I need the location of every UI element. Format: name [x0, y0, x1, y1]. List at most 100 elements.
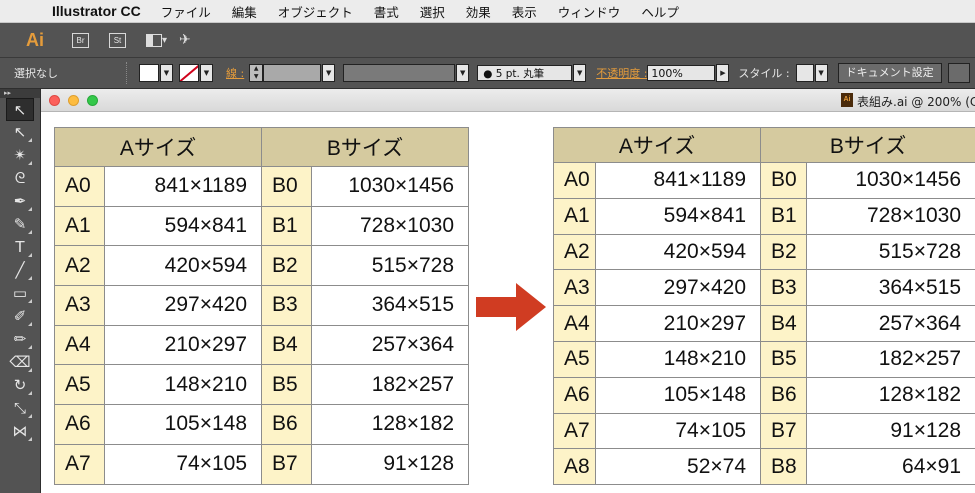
b-code-cell: B7 [760, 412, 808, 450]
b-code-cell: B7 [261, 443, 313, 485]
a-dim-cell: 594×841 [103, 205, 263, 247]
pen-tool-icon[interactable]: ✒ [6, 190, 34, 213]
paintbrush-tool-icon[interactable]: ✐ [6, 305, 34, 328]
stroke-color-dropdown[interactable]: ▼ [200, 64, 213, 82]
table-row: A1 594×841 B1 728×1030 [553, 197, 975, 235]
table-row: A4 210×297 B4 257×364 [553, 305, 975, 342]
a-code-cell: A6 [54, 404, 105, 445]
rectangle-tool-icon[interactable]: ▭ [6, 282, 34, 305]
tools-collapse-icon[interactable]: ▸▸ [0, 89, 40, 98]
document-title: 表組み.ai @ 200% (C [857, 95, 975, 109]
arrow-right-icon [476, 283, 546, 331]
menu-edit[interactable]: 編集 [232, 2, 257, 21]
shaper-tool-icon[interactable]: ✏ [6, 328, 34, 351]
table-row: A1 594×841 B1 728×1030 [54, 205, 470, 247]
minimize-window-button[interactable] [68, 95, 79, 106]
a-dim-cell: 52×74 [594, 448, 762, 486]
menu-app-name[interactable]: Illustrator CC [52, 3, 141, 19]
selection-status: 選択なし [14, 67, 58, 80]
b-code-cell: B5 [760, 340, 808, 378]
stroke-weight-stepper[interactable]: ▲ ▼ [249, 64, 264, 82]
ai-file-icon: Ai [841, 93, 853, 107]
close-window-button[interactable] [49, 95, 60, 106]
menu-help[interactable]: ヘルプ [641, 2, 679, 21]
table-row: A8 52×74 B8 64×91 [553, 448, 975, 486]
a-code-cell: A5 [553, 340, 596, 378]
style-dropdown[interactable]: ▼ [814, 64, 828, 82]
zoom-window-button[interactable] [87, 95, 98, 106]
table-row: A0 841×1189 B0 1030×1456 [54, 166, 470, 207]
a-dim-cell: 148×210 [103, 364, 263, 406]
lasso-tool-icon[interactable]: ᘓ [6, 167, 34, 190]
a-dim-cell: 210×297 [103, 324, 263, 366]
a-code-cell: A4 [553, 305, 596, 342]
table-row: A7 74×105 B7 91×128 [553, 412, 975, 450]
line-tool-icon[interactable]: ╱ [6, 259, 34, 282]
a-code-cell: A6 [553, 376, 596, 414]
menu-type[interactable]: 書式 [374, 2, 399, 21]
brush-dropdown[interactable]: ▼ [573, 64, 587, 82]
fill-dropdown[interactable]: ▼ [160, 64, 173, 82]
a-code-cell: A8 [553, 448, 596, 486]
b-code-cell: B4 [760, 305, 808, 342]
table-header-row: Aサイズ Bサイズ [552, 127, 975, 163]
direct-selection-tool-icon[interactable]: ↖ [6, 121, 34, 144]
b-dim-cell: 257×364 [806, 305, 975, 342]
opacity-label[interactable]: 不透明度 : [596, 65, 647, 81]
arrange-documents-button[interactable]: ▾ [146, 33, 167, 47]
type-tool-icon[interactable]: T [6, 236, 34, 259]
magic-wand-tool-icon[interactable]: ✴ [6, 144, 34, 167]
menu-select[interactable]: 選択 [420, 2, 445, 21]
b-code-cell: B8 [760, 448, 808, 486]
stroke-label[interactable]: 線 : [226, 65, 244, 81]
fill-swatch[interactable] [139, 64, 159, 82]
b-code-cell: B6 [261, 404, 313, 445]
document-title-bar: Ai 表組み.ai @ 200% (C [41, 89, 975, 112]
opacity-field[interactable]: 100% [647, 65, 716, 81]
stroke-weight-dropdown[interactable]: ▼ [322, 64, 336, 82]
b-dim-cell: 182×257 [806, 340, 975, 378]
preferences-button[interactable] [947, 63, 970, 83]
b-code-cell: B6 [760, 376, 808, 414]
b-dim-cell: 515×728 [311, 245, 470, 287]
table-row: A5 148×210 B5 182×257 [553, 340, 975, 378]
document-setup-button[interactable]: ドキュメント設定 [837, 63, 942, 83]
a-code-cell: A1 [553, 197, 596, 235]
stroke-weight-field[interactable] [263, 64, 322, 82]
rotate-tool-icon[interactable]: ↻ [6, 374, 34, 397]
a-dim-cell: 841×1189 [103, 166, 263, 207]
b-code-cell: B0 [760, 162, 808, 199]
graphic-style-swatch[interactable] [795, 64, 814, 82]
menu-effect[interactable]: 効果 [466, 2, 491, 21]
selection-tool-icon[interactable]: ↖ [6, 98, 34, 121]
a-dim-cell: 210×297 [594, 305, 762, 342]
b-dim-cell: 515×728 [806, 233, 975, 271]
stock-button[interactable]: St [109, 32, 126, 48]
gpu-performance-icon[interactable]: ✈ [179, 32, 191, 48]
menu-window[interactable]: ウィンドウ [558, 2, 621, 21]
brush-definition[interactable]: ● 5 pt. 丸筆 [477, 65, 573, 81]
curvature-tool-icon[interactable]: ✎ [6, 213, 34, 236]
menu-object[interactable]: オブジェクト [278, 2, 353, 21]
document-window: Ai 表組み.ai @ 200% (C Aサイズ Bサイズ A0 841×118… [41, 89, 975, 493]
variable-width-profile[interactable] [343, 64, 456, 82]
b-dim-cell: 364×515 [311, 285, 470, 326]
bridge-button[interactable]: Br [72, 32, 89, 48]
menu-view[interactable]: 表示 [512, 2, 537, 21]
variable-width-dropdown[interactable]: ▼ [456, 64, 470, 82]
panel-grip[interactable] [126, 62, 129, 84]
b-dim-cell: 91×128 [806, 412, 975, 450]
a-dim-cell: 841×1189 [594, 162, 762, 199]
menu-file[interactable]: ファイル [161, 2, 211, 21]
b-code-cell: B3 [760, 269, 808, 307]
width-tool-icon[interactable]: ⋈ [6, 420, 34, 443]
eraser-tool-icon[interactable]: ⌫ [6, 351, 34, 374]
application-bar: Ai Br St ▾ ✈ [0, 23, 975, 58]
scale-tool-icon[interactable]: ⤡ [6, 397, 34, 420]
opacity-dropdown[interactable]: ▶ [716, 64, 730, 82]
a-code-cell: A5 [54, 364, 105, 406]
b-dim-cell: 1030×1456 [806, 162, 975, 199]
stroke-swatch-none[interactable] [179, 64, 199, 82]
b-dim-cell: 64×91 [806, 448, 975, 486]
artboard-canvas[interactable]: Aサイズ Bサイズ A0 841×1189 B0 1030×1456 A1 59… [41, 112, 975, 493]
